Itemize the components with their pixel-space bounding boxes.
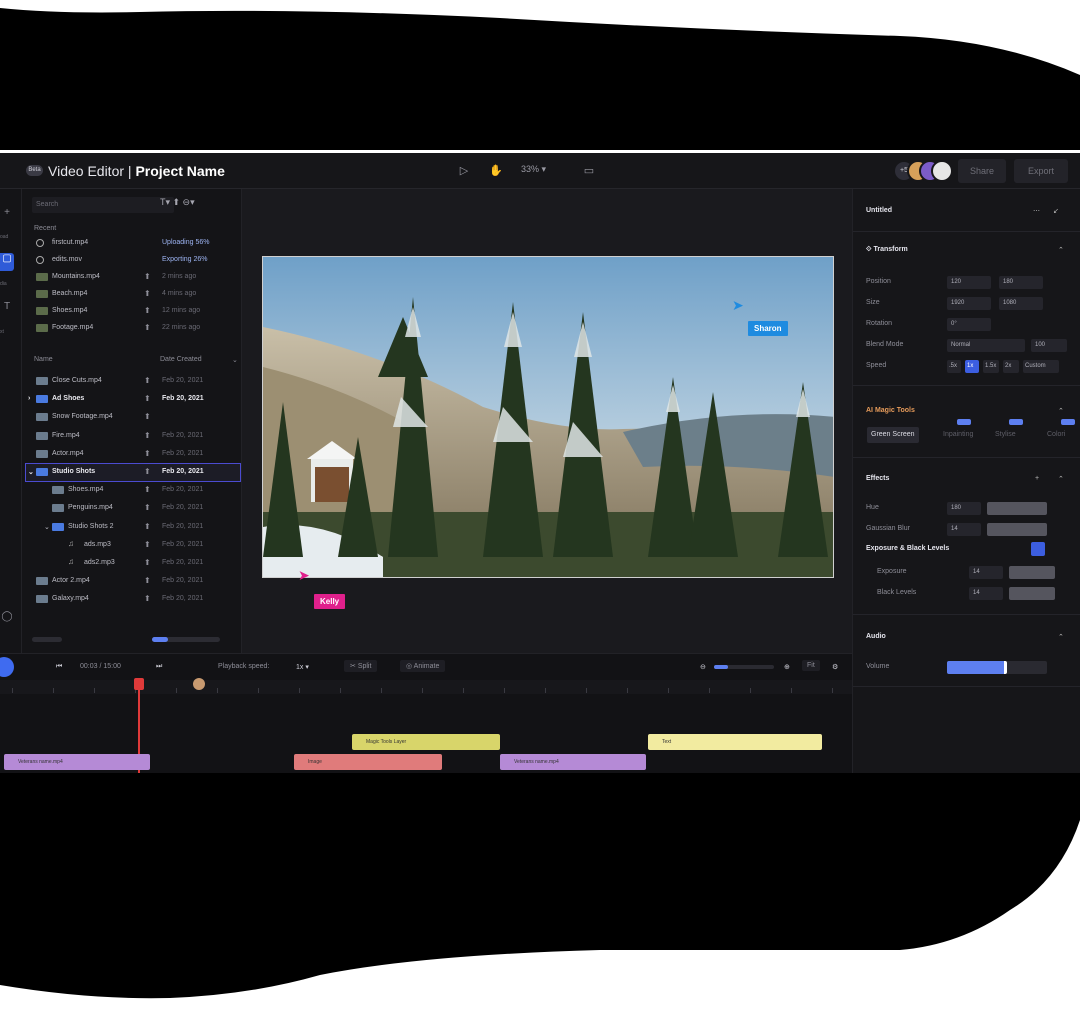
screenshot-stage: Beta Video Editor | Project Name ▷ ✋ 33%… — [0, 0, 1080, 1019]
black-blob-frame — [0, 0, 1080, 1019]
